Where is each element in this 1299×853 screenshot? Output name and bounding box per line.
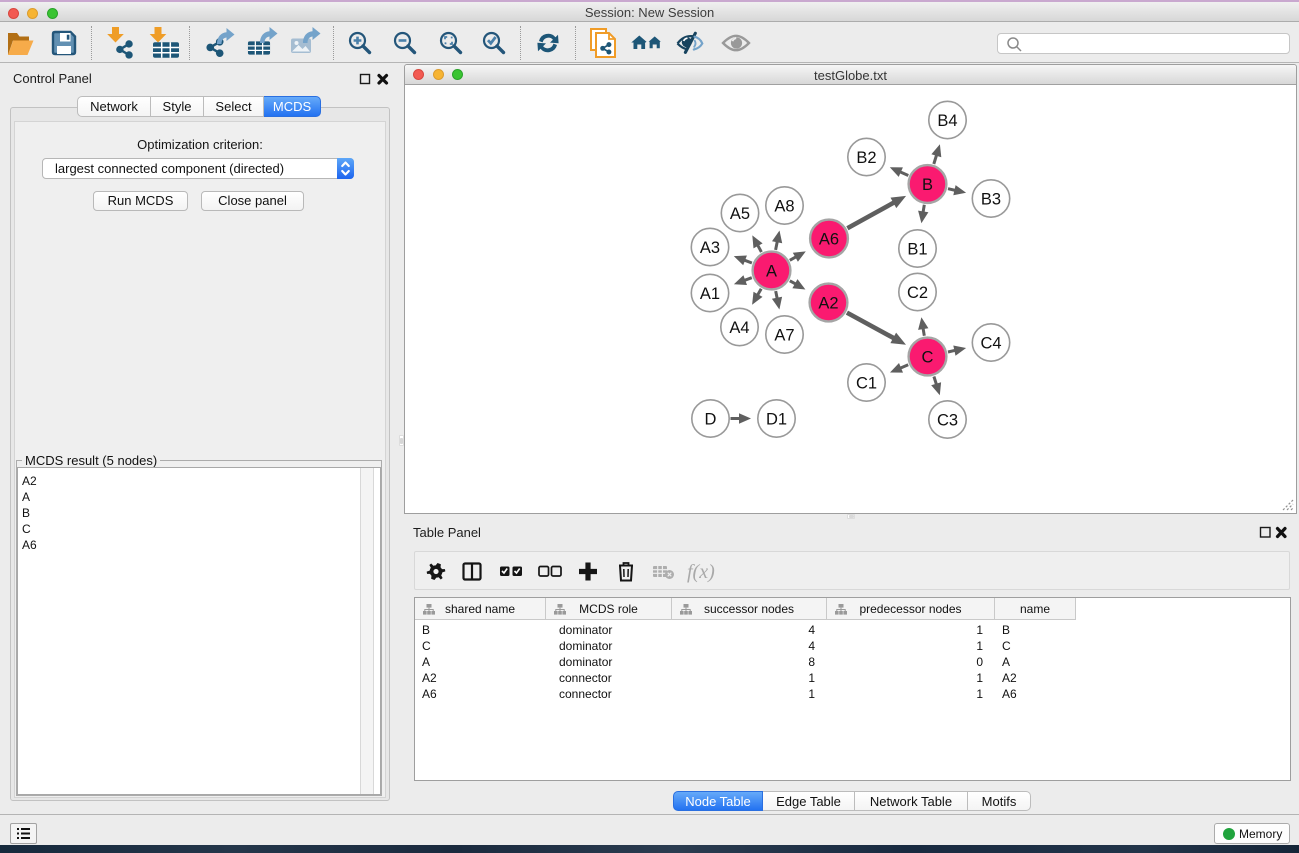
svg-text:C1: C1 bbox=[856, 374, 877, 392]
svg-text:D: D bbox=[705, 410, 717, 428]
svg-text:B2: B2 bbox=[856, 149, 876, 167]
svg-text:A3: A3 bbox=[700, 239, 720, 257]
svg-text:B4: B4 bbox=[937, 112, 957, 130]
svg-text:A: A bbox=[766, 262, 777, 280]
svg-text:A4: A4 bbox=[729, 319, 749, 337]
svg-text:C3: C3 bbox=[937, 411, 958, 429]
svg-text:C4: C4 bbox=[980, 334, 1001, 352]
svg-text:C: C bbox=[922, 348, 934, 366]
svg-text:B1: B1 bbox=[907, 240, 927, 258]
svg-text:A2: A2 bbox=[818, 294, 838, 312]
svg-text:D1: D1 bbox=[766, 410, 787, 428]
svg-text:C2: C2 bbox=[907, 284, 928, 302]
svg-text:A6: A6 bbox=[819, 230, 839, 248]
svg-text:A8: A8 bbox=[774, 197, 794, 215]
svg-text:A1: A1 bbox=[700, 285, 720, 303]
svg-text:B: B bbox=[922, 176, 933, 194]
svg-text:A7: A7 bbox=[774, 326, 794, 344]
svg-text:A5: A5 bbox=[730, 205, 750, 223]
svg-text:f(x): f(x) bbox=[687, 561, 715, 583]
svg-text:B3: B3 bbox=[981, 190, 1001, 208]
